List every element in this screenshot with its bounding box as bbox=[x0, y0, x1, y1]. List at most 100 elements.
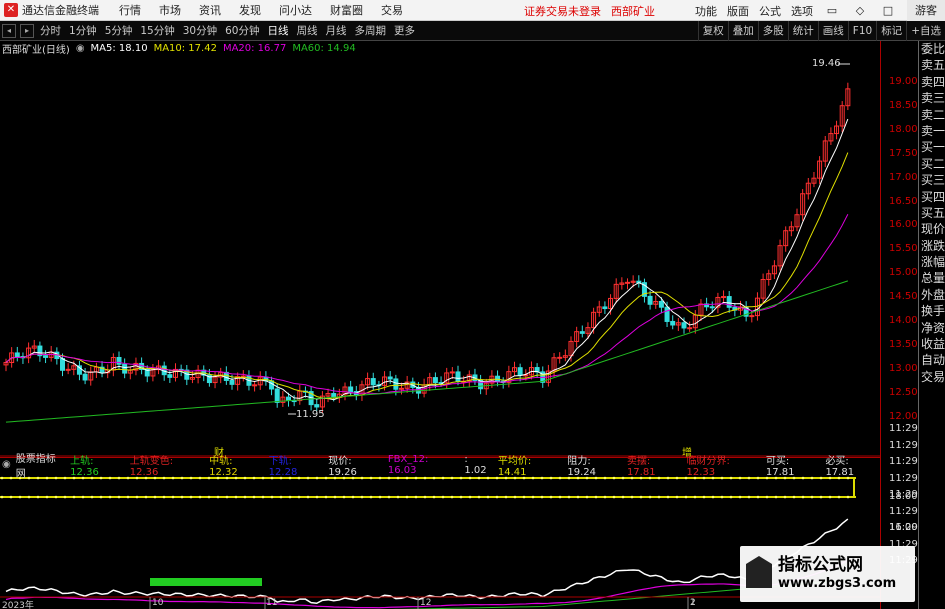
candle-body bbox=[252, 384, 258, 387]
quote-field[interactable]: 净资 bbox=[919, 320, 945, 336]
quote-field[interactable]: 卖五 bbox=[919, 57, 945, 73]
watermark-title: 指标公式网 bbox=[778, 555, 863, 575]
price-tick: 15.50 bbox=[889, 243, 918, 255]
mark-button[interactable]: 标记 bbox=[876, 21, 906, 41]
add-watchlist-button[interactable]: +自选 bbox=[906, 21, 945, 41]
quote-field[interactable]: 涨跌 bbox=[919, 238, 945, 254]
indicator-value: 可买: 17.81 bbox=[765, 455, 795, 478]
quote-field[interactable]: 现价 bbox=[919, 221, 945, 237]
band-dot bbox=[765, 495, 769, 499]
band-dot bbox=[432, 495, 436, 499]
band-dot bbox=[297, 495, 301, 499]
band-dot bbox=[630, 495, 634, 499]
band-dot bbox=[621, 476, 625, 480]
time-tick: 11:29 bbox=[889, 505, 918, 517]
quote-field[interactable]: 换手 bbox=[919, 303, 945, 319]
price-axis: 19.00 18.50 18.00 17.50 17.00 16.50 16.00 15.50… bbox=[880, 41, 918, 609]
quote-field[interactable]: 买三 bbox=[919, 172, 945, 188]
quote-field[interactable]: 买四 bbox=[919, 189, 945, 205]
quote-field[interactable]: 买五 bbox=[919, 205, 945, 221]
indicator-value: 平均价: 14.41 bbox=[497, 455, 532, 478]
band-dot bbox=[441, 476, 445, 480]
candle-body bbox=[602, 306, 608, 310]
quote-field[interactable]: 交易 bbox=[919, 369, 945, 385]
band-dot bbox=[756, 495, 760, 499]
indicator-value: : 1.02 bbox=[464, 453, 487, 476]
band-dot bbox=[198, 495, 202, 499]
price-tick: 12.00 bbox=[889, 410, 918, 422]
band-dot bbox=[54, 495, 58, 499]
band-dot bbox=[387, 495, 391, 499]
quote-field[interactable]: 买一 bbox=[919, 139, 945, 155]
band-dot bbox=[306, 495, 310, 499]
guest-button[interactable]: 游客 bbox=[907, 0, 945, 21]
candle-body bbox=[495, 375, 501, 382]
candle-body bbox=[65, 368, 71, 371]
candle-body bbox=[348, 386, 354, 393]
band-dot bbox=[846, 495, 850, 499]
candle-body bbox=[625, 281, 630, 284]
app-window: { "titlebar": { "app_name": "通达信金融终端", "… bbox=[0, 0, 945, 609]
band-dot bbox=[666, 495, 670, 499]
band-dot bbox=[468, 476, 472, 480]
candle-body bbox=[116, 356, 122, 365]
candle-body bbox=[269, 380, 275, 390]
quote-field[interactable]: 涨幅 bbox=[919, 254, 945, 270]
band-dot bbox=[360, 495, 364, 499]
candle-body bbox=[658, 300, 664, 308]
quote-field[interactable]: 卖二 bbox=[919, 107, 945, 123]
candle-body bbox=[670, 320, 676, 326]
band-dot bbox=[414, 495, 418, 499]
band-dot bbox=[414, 476, 418, 480]
candle-body bbox=[393, 378, 399, 390]
indicator-value: 上轨: 12.36 bbox=[70, 455, 99, 478]
quote-field[interactable]: 外盘 bbox=[919, 287, 945, 303]
band-dot bbox=[225, 495, 229, 499]
quote-field[interactable]: 买二 bbox=[919, 156, 945, 172]
quote-field[interactable]: 卖三 bbox=[919, 90, 945, 106]
band-dot bbox=[369, 495, 373, 499]
quote-field[interactable]: 委比 bbox=[919, 41, 945, 57]
candle-body bbox=[274, 388, 280, 403]
kline-chart[interactable] bbox=[0, 0, 880, 609]
candle-body bbox=[399, 387, 404, 390]
band-dot bbox=[315, 495, 319, 499]
candle-body bbox=[387, 376, 393, 380]
indicator-value: 下轨: 12.28 bbox=[268, 455, 298, 478]
date-tick: 11 bbox=[266, 598, 278, 608]
quote-field[interactable]: 总量 bbox=[919, 270, 945, 286]
band-dot bbox=[432, 476, 436, 480]
band-dot bbox=[459, 476, 463, 480]
band-dot bbox=[18, 495, 22, 499]
candle-body bbox=[687, 327, 693, 330]
quote-field[interactable]: 卖一 bbox=[919, 123, 945, 139]
date-tick: 2023年 bbox=[2, 601, 34, 609]
maximize-icon[interactable]: □ bbox=[879, 4, 897, 17]
band-dot bbox=[216, 495, 220, 499]
band-dot bbox=[477, 476, 481, 480]
band-dot bbox=[477, 495, 481, 499]
indicator-settings-icon[interactable]: ◉ bbox=[2, 459, 11, 470]
quote-field[interactable]: 卖四 bbox=[919, 74, 945, 90]
band-dot bbox=[585, 495, 589, 499]
quote-field[interactable]: 自动 bbox=[919, 352, 945, 368]
price-tick: 14.50 bbox=[889, 291, 918, 303]
quote-field[interactable]: 收益 bbox=[919, 336, 945, 352]
band-dot bbox=[450, 495, 454, 499]
price-tick: 13.50 bbox=[889, 338, 918, 350]
band-dot bbox=[63, 495, 67, 499]
candle-body bbox=[557, 356, 563, 359]
band-dot bbox=[774, 495, 778, 499]
indicator-info-bar: ◉ 股票指标网 上轨: 12.36 上轨变色: 12.36 中轨: 12.32 下轨:… bbox=[0, 454, 880, 480]
time-tick: 11:29 bbox=[889, 456, 918, 467]
band-dot bbox=[684, 495, 688, 499]
band-dot bbox=[423, 476, 427, 480]
price-tick: 17.50 bbox=[889, 147, 918, 159]
indicator-value: 必买: 17.81 bbox=[825, 455, 855, 478]
band-dot bbox=[810, 495, 814, 499]
band-dot bbox=[792, 495, 796, 499]
candle-body bbox=[681, 322, 687, 329]
ma5-line bbox=[5, 118, 849, 401]
indicator-value: FBX_12: 16.03 bbox=[387, 453, 429, 476]
candle-body bbox=[229, 379, 235, 385]
